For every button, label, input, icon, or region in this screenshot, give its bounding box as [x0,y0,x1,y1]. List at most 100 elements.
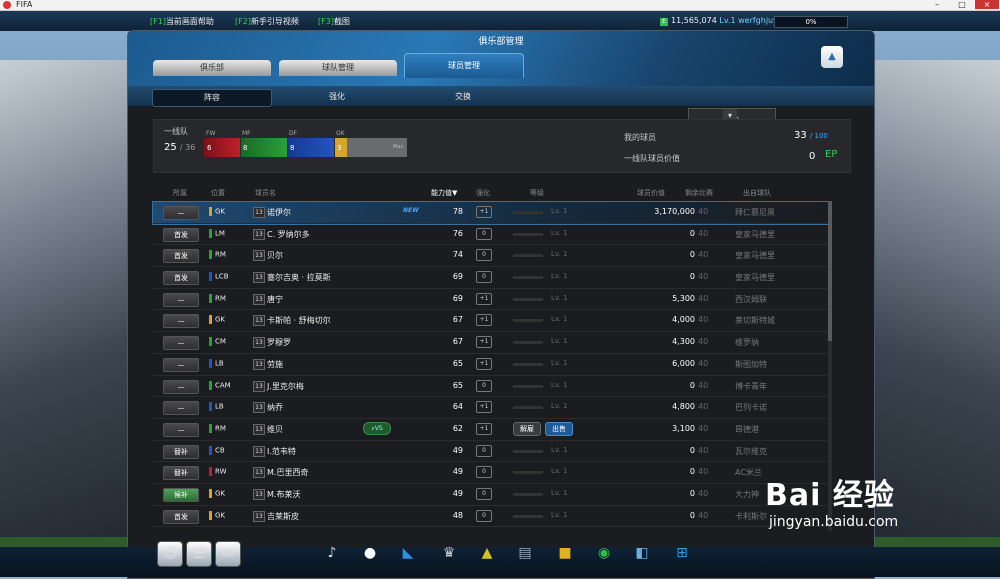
col-status[interactable]: 所属 [173,188,187,198]
row-status[interactable]: — [163,357,199,372]
mail-icon[interactable]: ✉ [215,541,241,567]
hotkey-label: 截图 [333,17,350,26]
table-row[interactable]: — CAM 13 J.里克尔梅 65 0 Lv. 1 0 40 博卡青年 [153,376,828,398]
row-status[interactable]: — [163,292,199,307]
row-level: Lv. 1 [551,228,568,237]
col-name[interactable]: 球员名 [255,188,276,198]
row-level: Lv. 1 [551,467,568,476]
hotkey-video[interactable]: [F2]新手引导视频 [235,16,299,27]
jersey-icon[interactable]: ■ [553,541,577,565]
row-status[interactable]: — [163,206,199,220]
boots-icon[interactable]: ◣ [396,541,420,565]
row-position: CAM [209,380,231,390]
my-players-value: 33 / 100 [794,130,828,141]
subtab-enhance[interactable]: 强化 [278,89,396,105]
row-club: 皇家马德里 [735,229,775,239]
table-row[interactable]: — CM 13 罗穆罗 67 +1 Lv. 1 4,300 40 维罗纳 [153,332,828,354]
compare-vs-button[interactable]: ⌕VS [363,421,391,435]
col-value[interactable]: 球员价值 [637,188,665,198]
minimize-button[interactable]: – [925,0,949,9]
row-position: GK [209,510,225,520]
table-row[interactable]: 候补 GK 13 M.布莱沃 49 0 Lv. 1 0 40 大力神 [153,484,828,506]
whistle-icon[interactable]: ♪ [320,541,344,565]
row-player-name: M.巴里西奇 [267,468,309,478]
row-position-label: LM [215,229,225,238]
row-status[interactable]: — [163,336,199,351]
row-club: 莱切斯特城 [735,316,775,326]
col-enhance[interactable]: 强化 [476,188,490,198]
row-overall: 49 [452,467,463,477]
hotkey-screenshot[interactable]: [F3]截图 [318,16,350,27]
hotkey-key: [F3] [318,17,334,26]
table-row[interactable]: — GK 13 诺伊尔 NEW 78 +1 Lv. 1 3,170,000 40 拜仁慕尼黑 [152,201,829,225]
table-row[interactable]: — GK 13 卡斯帕 · 舒梅切尔 67 +1 Lv. 1 4,000 40 莱切斯特城 [153,310,828,333]
row-status[interactable]: 首发 [163,271,199,286]
row-value: 0 [689,445,695,455]
eject-icon[interactable]: ▲ [821,46,843,68]
club-icon[interactable]: ◉ [592,541,616,565]
table-row[interactable]: 首发 RM 13 贝尔 74 0 Lv. 1 0 40 皇家马德里 [153,245,828,268]
table-row[interactable]: — LB 13 劳施 65 +1 Lv. 1 6,000 40 斯图加特 [153,354,828,376]
tab-club[interactable]: 俱乐部 [153,60,271,76]
table-row[interactable]: — RM 13 维贝 ⌕VS 62 +1 解雇 出售 3,100 40 昂德港 [153,419,828,441]
row-games: 40 [698,207,709,216]
col-level[interactable]: 等级 [530,188,544,198]
table-row[interactable]: — LB 13 纳乔 64 +1 Lv. 1 4,800 40 巴列卡诺 [153,397,828,419]
table-row[interactable]: 替补 CB 13 I.范韦特 49 0 Lv. 1 0 40 瓦尔维克 [153,441,828,463]
close-button[interactable]: × [975,0,999,9]
row-status[interactable]: — [163,379,199,394]
first-team-count: 25 / 36 [164,142,195,153]
row-value: 6,000 [672,358,695,368]
position-color-icon [209,380,212,390]
list-icon[interactable]: ☰ [186,541,212,567]
cart-icon[interactable]: ⊞ [670,541,694,565]
row-level: Lv. 1 [551,207,568,215]
table-row[interactable]: — RM 13 唐宁 69 +1 Lv. 1 5,300 40 西汉姆联 [153,289,828,311]
trophy-icon[interactable]: ♛ [437,541,461,565]
row-games: 40 [698,488,709,498]
row-status[interactable]: 首发 [163,509,199,524]
sell-button[interactable]: 出售 [545,421,573,436]
window-titlebar: FIFA – □ × [0,0,1000,11]
row-status[interactable]: — [163,314,199,329]
maximize-button[interactable]: □ [950,0,974,9]
row-status[interactable]: 首发 [163,227,199,242]
table-row[interactable]: 替补 RW 13 M.巴里西奇 49 0 Lv. 1 0 40 AC米兰 [153,462,828,484]
col-overall[interactable]: 能力值▼ [431,188,457,198]
level-bar [513,449,543,453]
row-overall: 74 [452,250,463,260]
row-value: 0 [689,250,695,260]
position-bar-df [288,138,334,157]
row-status[interactable]: 替补 [163,466,199,481]
table-row[interactable]: 首发 LCB 13 塞尔吉奥 · 拉莫斯 69 0 Lv. 1 0 40 皇家马德里 [153,267,828,289]
cone-icon[interactable]: ▲ [475,541,499,565]
row-games: 40 [698,272,709,282]
row-status[interactable]: 候补 [163,487,199,502]
row-status[interactable]: — [163,422,199,437]
row-level: Lv. 1 [551,337,568,346]
scrollbar-thumb[interactable] [828,201,832,341]
tab-team-management[interactable]: 球队管理 [279,60,397,76]
row-status[interactable]: — [163,401,199,416]
ball-icon[interactable]: ● [358,541,382,565]
release-button[interactable]: 解雇 [513,421,541,436]
col-position[interactable]: 位置 [211,188,225,198]
stats-icon[interactable]: ◧ [630,541,654,565]
row-position-label: RM [215,294,226,303]
col-games[interactable]: 剩余比赛 [685,188,713,198]
table-row[interactable]: 首发 GK 13 吉莱斯皮 48 0 Lv. 1 0 40 卡利斯尔 [153,506,828,528]
level-bar [513,211,543,214]
row-status[interactable]: 首发 [163,249,199,264]
notebook-icon[interactable]: ▤ [513,541,537,565]
subtab-lineup[interactable]: 阵容 [152,89,272,107]
row-club: 斯图加特 [735,359,767,369]
row-status[interactable]: 替补 [163,444,199,459]
table-row[interactable]: 首发 LM 13 C. 罗纳尔多 76 0 Lv. 1 0 40 皇家马德里 [153,224,828,246]
tab-player-management[interactable]: 球员管理 [404,53,524,78]
col-club[interactable]: 出自球队 [743,188,771,198]
row-position: CB [209,445,225,455]
profile-icon[interactable]: ☺ [157,541,183,567]
subtab-exchange[interactable]: 交换 [404,89,522,105]
level-bar [513,406,543,410]
hotkey-help[interactable]: [F1]当前画面帮助 [150,16,214,27]
